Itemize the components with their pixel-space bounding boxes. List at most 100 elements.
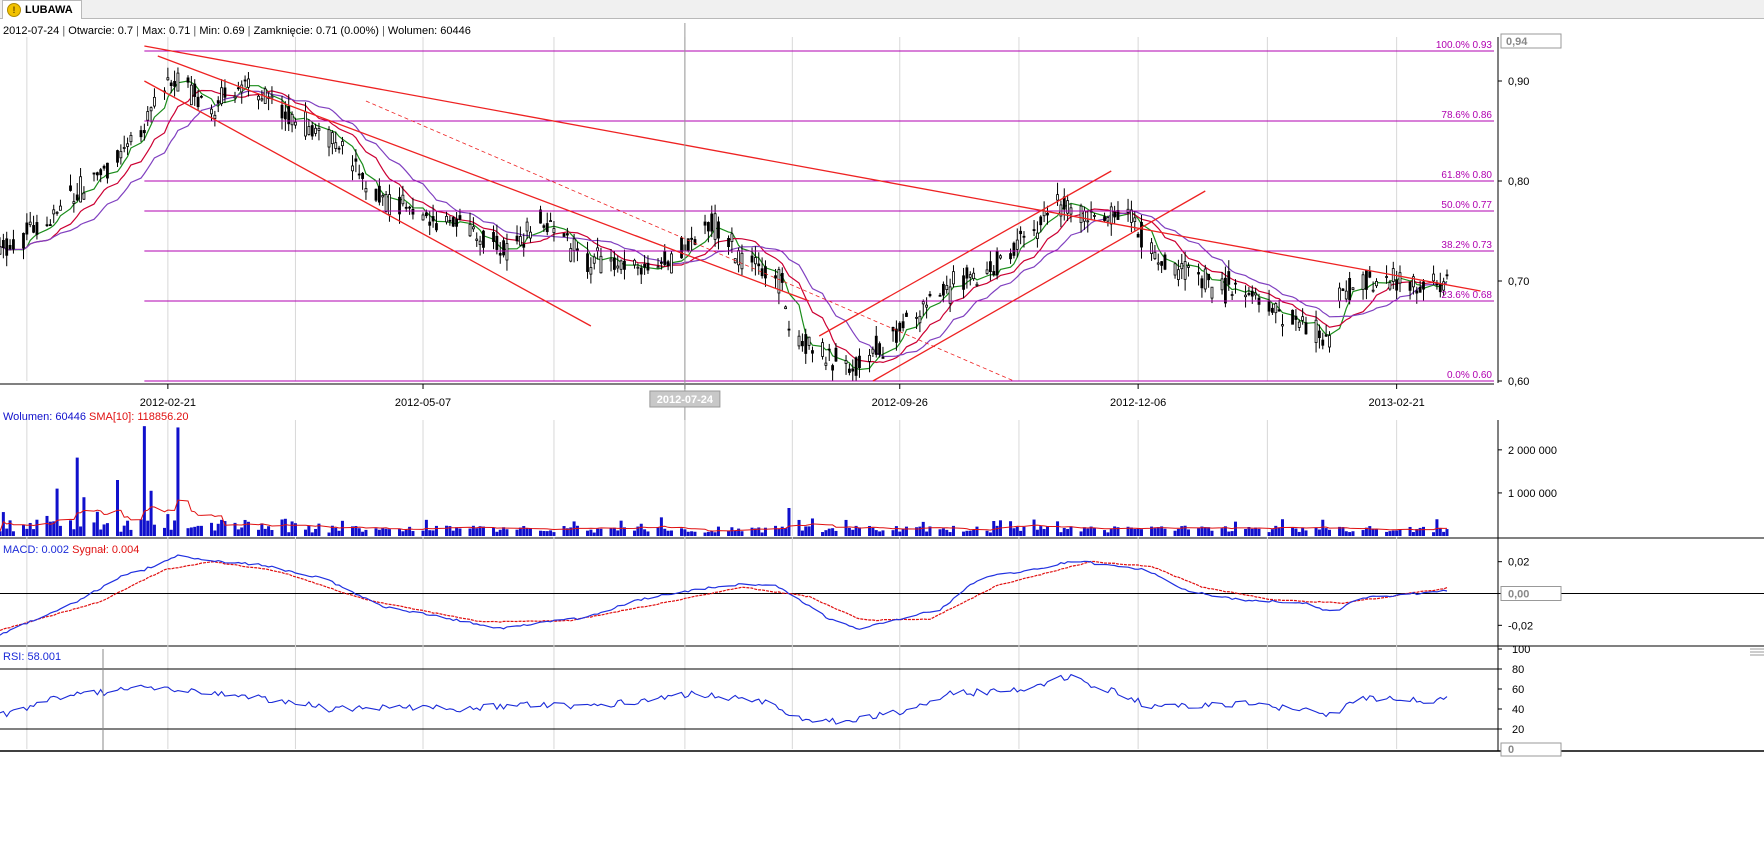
candle bbox=[1156, 253, 1160, 271]
candle-body bbox=[354, 158, 358, 162]
volume-bar bbox=[1066, 528, 1070, 536]
candle-body bbox=[223, 87, 227, 98]
volume-bar bbox=[377, 529, 381, 536]
candle bbox=[475, 232, 479, 247]
volume-bar bbox=[797, 519, 801, 536]
candle-body bbox=[824, 362, 828, 366]
candle-body bbox=[99, 169, 103, 176]
volume-bar bbox=[455, 527, 459, 536]
candle-body bbox=[304, 111, 307, 137]
trendline bbox=[144, 45, 1481, 292]
candle-body bbox=[1015, 239, 1019, 250]
candle-body bbox=[942, 283, 945, 296]
volume-bar bbox=[1009, 521, 1013, 536]
candle-body bbox=[330, 132, 334, 145]
candle-body bbox=[619, 260, 623, 270]
candle bbox=[592, 253, 596, 270]
candle bbox=[874, 325, 878, 358]
candle bbox=[670, 250, 673, 274]
stock-chart[interactable]: 0,90 0,80 0,70 0,60 0,94 2012-02-21 2012-05-07… bbox=[0, 19, 1764, 852]
candle-body bbox=[193, 83, 197, 97]
candle bbox=[149, 106, 153, 123]
volume-bar bbox=[314, 528, 318, 536]
candle bbox=[240, 80, 244, 104]
volume-bar bbox=[92, 522, 96, 536]
candle bbox=[515, 225, 519, 245]
candle-body bbox=[1371, 289, 1375, 292]
candle-body bbox=[471, 226, 475, 230]
volume-bar bbox=[1274, 525, 1278, 536]
candle-body bbox=[374, 188, 378, 201]
candle-body bbox=[989, 261, 992, 273]
candle bbox=[1281, 314, 1284, 337]
candle-body bbox=[680, 237, 683, 259]
candle-body bbox=[435, 223, 438, 231]
candle bbox=[928, 291, 932, 298]
volume-bar bbox=[706, 531, 710, 536]
volume-bar bbox=[337, 530, 341, 536]
volume-bar bbox=[1374, 529, 1378, 536]
candle-body bbox=[821, 342, 824, 357]
tab-lubawa[interactable]: ! LUBAWA bbox=[2, 0, 82, 19]
volume-bar bbox=[196, 525, 200, 536]
volume-bar bbox=[730, 527, 734, 536]
candle-body bbox=[962, 275, 965, 290]
candle-body bbox=[216, 100, 220, 104]
candle-body bbox=[831, 365, 835, 371]
candle-body bbox=[992, 271, 996, 276]
volume-bar bbox=[186, 528, 190, 536]
candle bbox=[186, 75, 190, 88]
candle-body bbox=[1177, 269, 1180, 280]
candle-body bbox=[270, 95, 274, 99]
volume-bar bbox=[401, 531, 405, 536]
candle-body bbox=[1103, 216, 1106, 221]
candle-body bbox=[482, 230, 485, 248]
candle bbox=[1271, 304, 1274, 315]
volume-bar bbox=[1301, 527, 1305, 536]
last-price-label: 0,94 bbox=[1506, 36, 1528, 48]
volume-bar bbox=[938, 529, 942, 536]
candle-body bbox=[126, 143, 129, 147]
volume-bar bbox=[421, 530, 425, 536]
volume-bar bbox=[800, 530, 804, 536]
volume-bar bbox=[398, 528, 402, 536]
candle bbox=[800, 333, 804, 352]
volume-bar bbox=[1022, 526, 1026, 536]
candle-body bbox=[334, 142, 338, 149]
volume-bar bbox=[904, 526, 908, 536]
candle bbox=[569, 243, 573, 263]
candle bbox=[381, 193, 385, 206]
candle-body bbox=[220, 87, 223, 105]
candle-body bbox=[153, 96, 156, 107]
volume-bar bbox=[804, 526, 808, 536]
volume-bar bbox=[844, 519, 848, 536]
macd-y-tick-label: -0,02 bbox=[1508, 620, 1533, 632]
volume-bar bbox=[945, 529, 949, 536]
candle-body bbox=[915, 316, 918, 319]
candle-body bbox=[1133, 217, 1137, 222]
candle bbox=[787, 320, 791, 337]
candle-body bbox=[492, 232, 495, 242]
candle-body bbox=[539, 209, 542, 224]
volume-bar bbox=[1438, 528, 1442, 536]
candle bbox=[1153, 244, 1157, 261]
x-tick-label: 2012-09-26 bbox=[872, 397, 928, 409]
volume-bar bbox=[774, 525, 778, 536]
candle bbox=[1150, 237, 1153, 261]
candle bbox=[35, 214, 39, 240]
volume-bar bbox=[498, 529, 502, 536]
volume-bar bbox=[126, 520, 130, 536]
volume-bar bbox=[1230, 531, 1234, 536]
fib-level-label: 50.0% 0.77 bbox=[1441, 200, 1492, 211]
candle-body bbox=[260, 98, 264, 101]
rsi-y-tick-label: 100 bbox=[1512, 644, 1530, 656]
candle-body bbox=[361, 172, 364, 179]
volume-bar bbox=[847, 527, 851, 536]
candle bbox=[220, 79, 223, 107]
candle bbox=[1103, 212, 1106, 223]
candle-body bbox=[341, 141, 344, 147]
volume-bar bbox=[0, 531, 2, 536]
candle-body bbox=[59, 205, 62, 211]
candle-body bbox=[901, 321, 905, 329]
volume-bar bbox=[1139, 529, 1143, 536]
